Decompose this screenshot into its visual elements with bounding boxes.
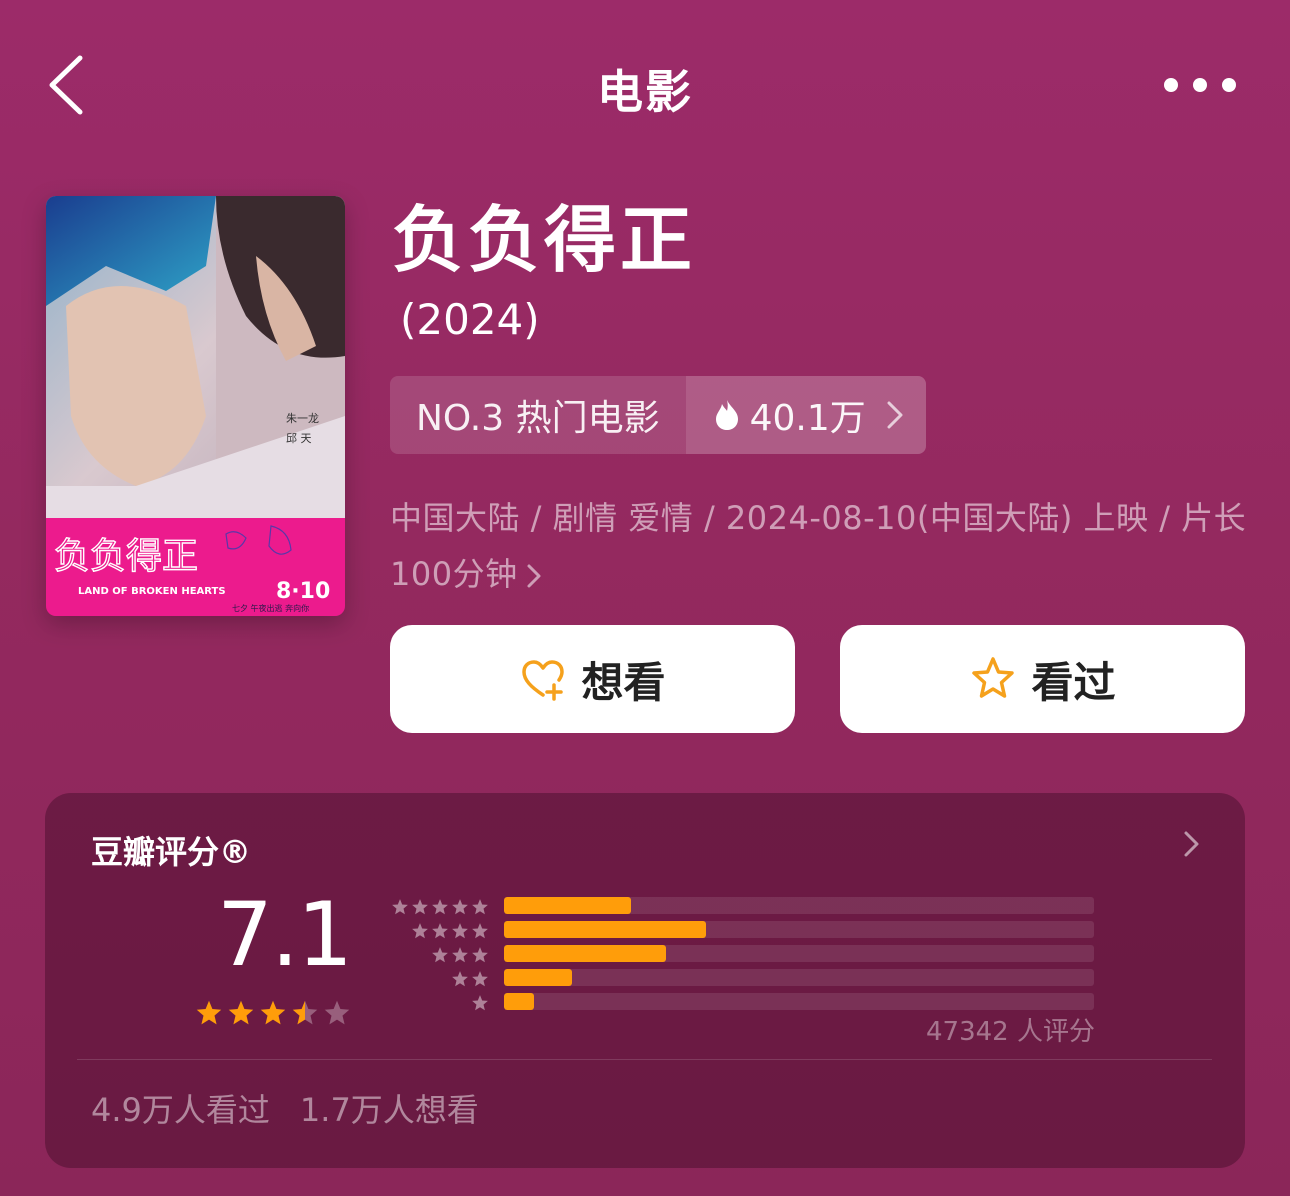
seen-count: 4.9万人看过 [91,1091,270,1129]
distribution-bar-track [504,969,1094,986]
star-small-icon [452,899,468,915]
distribution-stars [383,946,489,964]
rating-count: 47342 人评分 [926,1017,1095,1047]
chevron-right-icon [887,401,903,429]
dot-icon [1164,78,1178,92]
heart-plus-icon [522,660,565,701]
distribution-bar-fill [504,993,534,1010]
distribution-stars [383,898,489,916]
svg-text:邱 天: 邱 天 [286,432,312,445]
dot-icon [1222,78,1236,92]
star-small-icon [412,899,428,915]
flame-icon [715,400,738,430]
movie-title: 负负得正 [392,198,697,282]
star-small-icon [392,899,408,915]
heat-value: 40.1万 [749,398,866,439]
rating-footer: 4.9万人看过 1.7万人想看 [91,1085,479,1131]
star-filled-icon [228,1000,254,1025]
star-empty-icon [324,1000,350,1025]
star-small-icon [452,971,468,987]
movie-meta-text: 中国大陆 / 剧情 爱情 / 2024-08-10(中国大陆) 上映 / 片长1… [390,499,1247,593]
chevron-right-icon [527,564,541,588]
watched-button[interactable]: 看过 [840,625,1245,733]
star-small-icon [452,923,468,939]
star-small-icon [412,923,428,939]
distribution-row-2 [383,967,1094,991]
rank-label: NO.3 热门电影 [390,376,686,454]
distribution-bar-track [504,921,1094,938]
distribution-stars [383,922,489,940]
rating-score: 7.1 [217,883,353,986]
rating-stars [195,999,351,1027]
rating-card[interactable]: 豆瓣评分® 7.1 47342 人评分 4.9万人看过 1.7万人想看 [45,793,1245,1168]
star-small-icon [472,923,488,939]
distribution-bar-fill [504,969,572,986]
movie-meta[interactable]: 中国大陆 / 剧情 爱情 / 2024-08-10(中国大陆) 上映 / 片长1… [390,490,1250,602]
star-outline-icon [972,657,1015,698]
want-to-watch-label: 想看 [581,657,666,707]
heat-section[interactable]: 40.1万 [685,376,926,454]
poster-date: 8·10 [276,579,330,604]
star-small-icon [452,947,468,963]
star-small-icon [432,899,448,915]
watched-label: 看过 [1031,657,1116,707]
distribution-row-5 [383,895,1094,919]
dot-icon [1193,78,1207,92]
distribution-bar-fill [504,897,632,914]
poster-title-en: LAND OF BROKEN HEARTS [78,586,226,597]
distribution-stars [383,994,489,1012]
star-filled-icon [196,1000,222,1025]
chevron-right-icon[interactable] [1183,829,1201,859]
more-options-button[interactable] [1164,72,1236,98]
ranking-badge[interactable]: NO.3 热门电影 40.1万 [390,376,926,454]
star-small-icon [472,899,488,915]
distribution-bar-fill [504,945,667,962]
poster-title-cn: 负负得正 [54,536,198,577]
divider [77,1059,1212,1060]
distribution-row-3 [383,943,1094,967]
movie-poster[interactable]: 朱一龙 邱 天 负负得正 LAND OF BROKEN HEARTS 8·10 … [46,196,345,616]
poster-cast-text: 朱一龙 [286,412,319,425]
star-small-icon [432,947,448,963]
page-title: 电影 [597,65,693,119]
rating-header: 豆瓣评分® [91,833,252,871]
poster-tagline: 七夕 午夜出逃 奔向你 [232,603,309,613]
distribution-row-4 [383,919,1094,943]
star-small-icon [472,971,488,987]
distribution-bar-track [504,897,1094,914]
star-small-icon [472,947,488,963]
want-count: 1.7万人想看 [299,1091,479,1129]
star-half-icon [292,1000,318,1025]
distribution-bar-fill [504,921,706,938]
rating-distribution [383,895,1094,1015]
star-filled-icon [260,1000,286,1025]
distribution-bar-track [504,945,1094,962]
distribution-bar-track [504,993,1094,1010]
distribution-row-1 [383,991,1094,1015]
distribution-stars [383,970,489,988]
star-small-icon [472,995,488,1011]
star-small-icon [432,923,448,939]
movie-year: (2024) [400,295,540,344]
nav-bar: 电影 [0,0,1290,170]
want-to-watch-button[interactable]: 想看 [390,625,795,733]
